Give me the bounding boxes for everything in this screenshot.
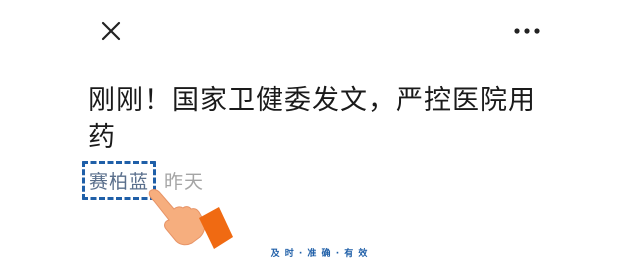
close-icon — [101, 21, 121, 41]
close-button[interactable] — [98, 18, 124, 44]
article-title: 刚刚！国家卫健委发文，严控医院用药 — [88, 85, 536, 153]
more-options-button[interactable] — [510, 22, 544, 40]
hand-pointer-icon — [148, 189, 233, 249]
author-name: 赛柏蓝 — [89, 170, 150, 193]
footer-slogan: 及 时 · 准 确 · 有 效 — [270, 249, 369, 259]
top-bar — [0, 0, 639, 60]
more-options-icon — [514, 28, 540, 34]
